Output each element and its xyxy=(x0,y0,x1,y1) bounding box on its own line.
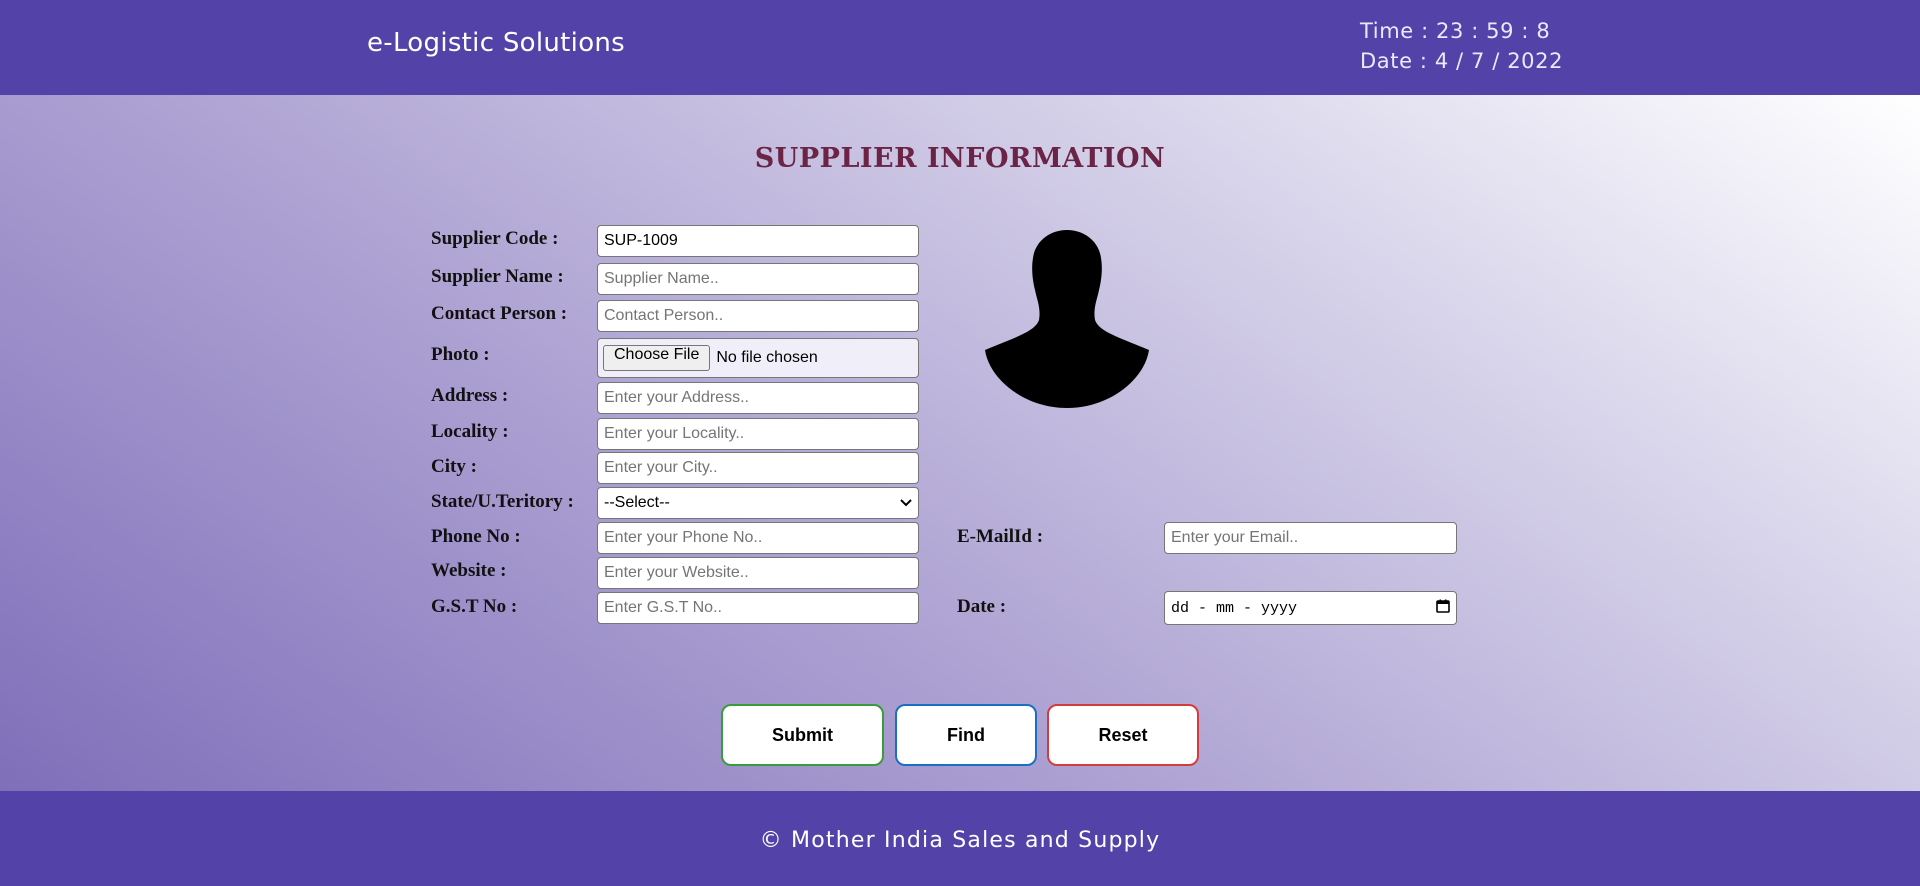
date-display: Date : 4 / 7 / 2022 xyxy=(1360,49,1564,73)
locality-input[interactable] xyxy=(597,418,919,450)
calendar-icon[interactable] xyxy=(1436,599,1450,618)
phone-input[interactable] xyxy=(597,522,919,554)
footer-copyright: © Mother India Sales and Supply xyxy=(759,828,1161,853)
photo-file-input[interactable]: Choose File No file chosen xyxy=(597,338,919,378)
locality-label: Locality : xyxy=(431,421,509,442)
header-bar: e-Logistic Solutions Time : 23 : 59 : 8 … xyxy=(0,0,1920,95)
address-input[interactable] xyxy=(597,382,919,414)
state-select-value: --Select-- xyxy=(604,494,670,511)
footer-bar: © Mother India Sales and Supply xyxy=(0,791,1920,886)
submit-button[interactable]: Submit xyxy=(721,704,884,766)
file-status-text: No file chosen xyxy=(716,349,818,366)
clock: Time : 23 : 59 : 8 Date : 4 / 7 / 2022 xyxy=(1360,16,1563,76)
state-select[interactable]: --Select-- xyxy=(597,487,919,519)
supplier-name-input[interactable] xyxy=(597,263,919,295)
date-input[interactable]: dd - mm - yyyy xyxy=(1164,591,1457,625)
city-input[interactable] xyxy=(597,452,919,484)
gst-label: G.S.T No : xyxy=(431,596,518,617)
chevron-down-icon xyxy=(900,494,912,512)
find-button[interactable]: Find xyxy=(895,704,1037,766)
contact-person-input[interactable] xyxy=(597,300,919,332)
address-label: Address : xyxy=(431,385,509,406)
supplier-form-area: SUPPLIER INFORMATION Supplier Code : Sup… xyxy=(0,95,1920,791)
page-title: SUPPLIER INFORMATION xyxy=(754,143,1166,174)
brand-title: e-Logistic Solutions xyxy=(367,28,626,58)
date-input-value: dd - mm - yyyy xyxy=(1171,599,1298,617)
phone-label: Phone No : xyxy=(431,526,521,547)
photo-label: Photo : xyxy=(431,344,490,365)
gst-input[interactable] xyxy=(597,592,919,624)
person-silhouette-icon xyxy=(981,228,1153,410)
state-label: State/U.Teritory : xyxy=(431,491,574,512)
time-display: Time : 23 : 59 : 8 xyxy=(1360,19,1551,43)
city-label: City : xyxy=(431,456,477,477)
supplier-name-label: Supplier Name : xyxy=(431,266,564,287)
date-label: Date : xyxy=(957,596,1007,617)
supplier-code-label: Supplier Code : xyxy=(431,228,559,249)
supplier-code-input[interactable] xyxy=(597,225,919,257)
website-label: Website : xyxy=(431,560,507,581)
contact-person-label: Contact Person : xyxy=(431,303,568,324)
reset-button[interactable]: Reset xyxy=(1047,704,1199,766)
email-label: E-MailId : xyxy=(957,526,1044,547)
email-input[interactable] xyxy=(1164,522,1457,554)
website-input[interactable] xyxy=(597,557,919,589)
choose-file-button[interactable]: Choose File xyxy=(603,345,711,371)
